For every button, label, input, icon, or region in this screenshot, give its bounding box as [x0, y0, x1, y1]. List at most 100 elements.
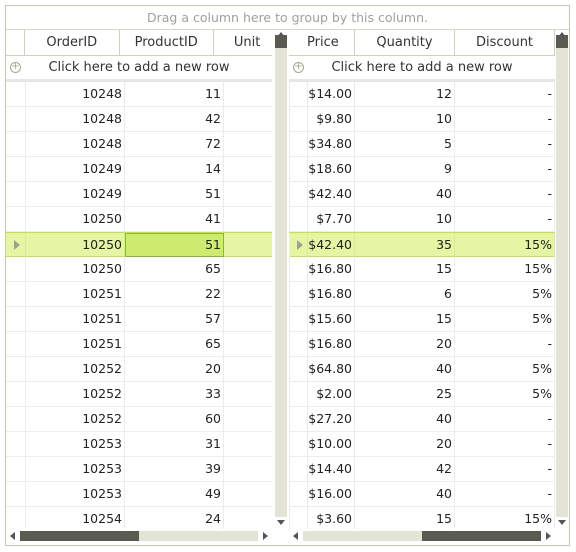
- row-indicator[interactable]: [6, 507, 26, 529]
- cell-orderid[interactable]: 10249: [26, 157, 125, 181]
- right-vertical-scrollbar[interactable]: [556, 30, 568, 529]
- cell-discount[interactable]: -: [455, 407, 555, 431]
- scroll-right-arrow-icon[interactable]: [546, 532, 551, 540]
- table-row[interactable]: 10252 20: [6, 357, 272, 382]
- cell-quantity[interactable]: 42: [355, 457, 455, 481]
- cell-quantity[interactable]: 40: [355, 357, 455, 381]
- cell-orderid[interactable]: 10250: [26, 207, 125, 231]
- table-row[interactable]: $2.00 25 5%: [289, 382, 555, 407]
- row-indicator[interactable]: [6, 132, 26, 156]
- row-indicator[interactable]: [6, 82, 26, 106]
- cell-discount[interactable]: 5%: [455, 307, 555, 331]
- table-row[interactable]: $27.20 40-: [289, 407, 555, 432]
- cell-unitprice[interactable]: $64.80: [289, 357, 355, 381]
- cell-quantity[interactable]: 10: [355, 107, 455, 131]
- cell-orderid[interactable]: 10252: [26, 407, 125, 431]
- table-row[interactable]: $34.80 5-: [289, 132, 555, 157]
- table-row[interactable]: 10249 14: [6, 157, 272, 182]
- row-indicator[interactable]: [6, 207, 26, 231]
- table-row[interactable]: $3.60 15 15%: [289, 507, 555, 529]
- row-indicator[interactable]: [6, 482, 26, 506]
- column-header-unitprice[interactable]: Unit: [214, 30, 272, 56]
- cell-discount[interactable]: -: [455, 157, 555, 181]
- cell-orderid[interactable]: 10252: [26, 382, 125, 406]
- cell-orderid[interactable]: 10251: [26, 282, 125, 306]
- column-header-discount[interactable]: Discount: [455, 30, 555, 56]
- scroll-left-arrow-icon[interactable]: [10, 532, 15, 540]
- cell-unitprice[interactable]: [224, 332, 272, 356]
- cell-discount[interactable]: -: [455, 132, 555, 156]
- cell-discount[interactable]: -: [455, 182, 555, 206]
- cell-unitprice[interactable]: [224, 282, 272, 306]
- cell-orderid[interactable]: 10254: [26, 507, 125, 529]
- table-row[interactable]: $18.60 9-: [289, 157, 555, 182]
- scroll-right-arrow-icon[interactable]: [263, 532, 268, 540]
- cell-unitprice[interactable]: [224, 407, 272, 431]
- cell-quantity[interactable]: 40: [355, 407, 455, 431]
- column-header-orderid[interactable]: OrderID: [25, 30, 120, 56]
- scroll-thumb[interactable]: [20, 531, 139, 541]
- row-indicator[interactable]: [6, 157, 26, 181]
- cell-discount[interactable]: -: [455, 482, 555, 506]
- table-row[interactable]: 10248 42: [6, 107, 272, 132]
- left-vertical-scrollbar[interactable]: [275, 30, 287, 529]
- row-indicator[interactable]: [6, 182, 26, 206]
- cell-productid[interactable]: 51: [125, 233, 224, 257]
- cell-quantity[interactable]: 12: [355, 82, 455, 106]
- cell-discount[interactable]: -: [455, 82, 555, 106]
- table-row[interactable]: 10252 33: [6, 382, 272, 407]
- table-row[interactable]: $15.60 15 5%: [289, 307, 555, 332]
- scroll-thumb[interactable]: [422, 531, 541, 541]
- cell-productid[interactable]: 42: [125, 107, 224, 131]
- cell-unitprice[interactable]: $16.80: [289, 332, 355, 356]
- scroll-down-arrow-icon[interactable]: [558, 520, 566, 525]
- row-indicator[interactable]: [6, 407, 26, 431]
- cell-productid[interactable]: 24: [125, 507, 224, 529]
- cell-orderid[interactable]: 10253: [26, 457, 125, 481]
- table-row[interactable]: 10253 49: [6, 482, 272, 507]
- cell-discount[interactable]: 15%: [455, 257, 555, 281]
- cell-quantity[interactable]: 9: [355, 157, 455, 181]
- table-row[interactable]: 10248 11: [6, 82, 272, 107]
- cell-quantity[interactable]: 10: [355, 207, 455, 231]
- cell-orderid[interactable]: 10250: [26, 233, 125, 257]
- cell-unitprice[interactable]: [224, 207, 272, 231]
- table-row[interactable]: 10250 41: [6, 207, 272, 232]
- cell-productid[interactable]: 51: [125, 182, 224, 206]
- cell-orderid[interactable]: 10248: [26, 107, 125, 131]
- table-row[interactable]: $16.00 40-: [289, 482, 555, 507]
- table-row[interactable]: $16.80 20-: [289, 332, 555, 357]
- row-indicator[interactable]: [6, 307, 26, 331]
- table-row[interactable]: $42.40 35 15%: [289, 232, 555, 257]
- cell-orderid[interactable]: 10251: [26, 332, 125, 356]
- cell-productid[interactable]: 49: [125, 482, 224, 506]
- scroll-down-arrow-icon[interactable]: [277, 520, 285, 525]
- cell-productid[interactable]: 11: [125, 82, 224, 106]
- table-row[interactable]: 10251 65: [6, 332, 272, 357]
- cell-quantity[interactable]: 15: [355, 307, 455, 331]
- cell-unitprice[interactable]: [224, 507, 272, 529]
- row-indicator[interactable]: [6, 107, 26, 131]
- cell-quantity[interactable]: 15: [355, 257, 455, 281]
- cell-unitprice[interactable]: [224, 182, 272, 206]
- cell-unitprice[interactable]: $34.80: [289, 132, 355, 156]
- cell-unitprice[interactable]: [224, 157, 272, 181]
- cell-productid[interactable]: 41: [125, 207, 224, 231]
- cell-productid[interactable]: 72: [125, 132, 224, 156]
- column-header-productid[interactable]: ProductID: [120, 30, 214, 56]
- cell-unitprice[interactable]: [224, 82, 272, 106]
- scroll-up-arrow-icon[interactable]: [277, 32, 285, 37]
- column-header-unitprice-right[interactable]: Price: [289, 30, 355, 56]
- cell-orderid[interactable]: 10252: [26, 357, 125, 381]
- row-indicator[interactable]: [6, 382, 26, 406]
- cell-productid[interactable]: 65: [125, 332, 224, 356]
- table-row[interactable]: 10249 51: [6, 182, 272, 207]
- row-indicator[interactable]: [6, 332, 26, 356]
- table-row[interactable]: 10253 31: [6, 432, 272, 457]
- cell-quantity[interactable]: 20: [355, 332, 455, 356]
- cell-unitprice[interactable]: $10.00: [289, 432, 355, 456]
- table-row[interactable]: $10.00 20-: [289, 432, 555, 457]
- cell-discount[interactable]: 15%: [455, 233, 555, 257]
- cell-unitprice[interactable]: [224, 233, 272, 257]
- left-horizontal-scrollbar[interactable]: [6, 530, 272, 542]
